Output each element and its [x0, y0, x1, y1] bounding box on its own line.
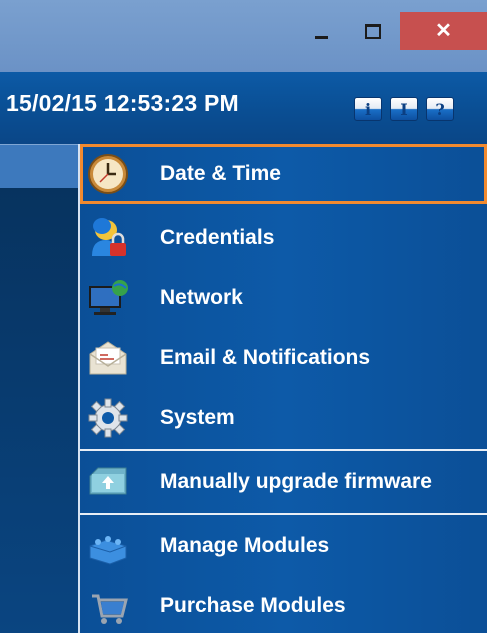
- menu-item-network[interactable]: Network: [80, 268, 487, 328]
- upload-icon: [89, 467, 127, 495]
- info-icon[interactable]: i: [354, 97, 382, 121]
- settings-dropdown-menu: Date & Time Credentials Network Email & …: [78, 144, 487, 633]
- menu-item-label: Manually upgrade firmware: [160, 470, 432, 493]
- app-window: ✕ 15/02/15 12:53:23 PM i I ? Date & Time: [0, 0, 487, 633]
- maximize-button[interactable]: [350, 14, 396, 48]
- menu-item-system[interactable]: System: [80, 388, 487, 448]
- tools-glyph: I: [400, 99, 408, 119]
- menu-item-label: Credentials: [160, 226, 275, 249]
- menu-item-label: Manage Modules: [160, 534, 330, 557]
- tools-icon[interactable]: I: [390, 97, 418, 121]
- menu-divider: [80, 449, 487, 451]
- header-toolbar: i I ?: [354, 97, 454, 121]
- menu-item-label: Date & Time: [160, 162, 281, 185]
- cart-icon: [92, 594, 128, 624]
- background-panel: [0, 188, 78, 633]
- close-icon: ✕: [435, 20, 452, 42]
- menu-item-label: Network: [160, 286, 243, 309]
- minimize-button[interactable]: [298, 14, 344, 48]
- help-glyph: ?: [435, 99, 445, 119]
- gear-icon: [88, 398, 128, 438]
- close-button[interactable]: ✕: [400, 12, 487, 50]
- menu-item-credentials[interactable]: Credentials: [80, 208, 487, 268]
- menu-divider: [80, 513, 487, 515]
- menu-item-manage-modules[interactable]: Manage Modules: [80, 516, 487, 576]
- header-bar: 15/02/15 12:53:23 PM i I ?: [0, 72, 487, 144]
- menu-item-date-time[interactable]: Date & Time: [80, 144, 487, 204]
- users-lock-icon: [92, 218, 126, 256]
- menu-item-label: Purchase Modules: [160, 594, 346, 617]
- background-tab-strip: [0, 144, 78, 189]
- envelope-icon: [89, 341, 127, 375]
- menu-item-label: System: [160, 406, 235, 429]
- help-icon[interactable]: ?: [426, 97, 454, 121]
- title-bar: ✕: [0, 0, 487, 72]
- monitor-globe-icon: [89, 280, 128, 315]
- maximize-icon: [365, 23, 381, 39]
- modules-icon: [89, 536, 127, 565]
- menu-item-purchase-modules[interactable]: Purchase Modules: [80, 576, 487, 633]
- menu-item-email-notifications[interactable]: Email & Notifications: [80, 328, 487, 388]
- clock-icon: [88, 154, 128, 194]
- minimize-icon: [314, 35, 328, 39]
- datetime-display: 15/02/15 12:53:23 PM: [6, 90, 239, 116]
- menu-item-label: Email & Notifications: [160, 346, 371, 369]
- menu-item-upgrade-firmware[interactable]: Manually upgrade firmware: [80, 452, 487, 512]
- info-glyph: i: [364, 99, 372, 119]
